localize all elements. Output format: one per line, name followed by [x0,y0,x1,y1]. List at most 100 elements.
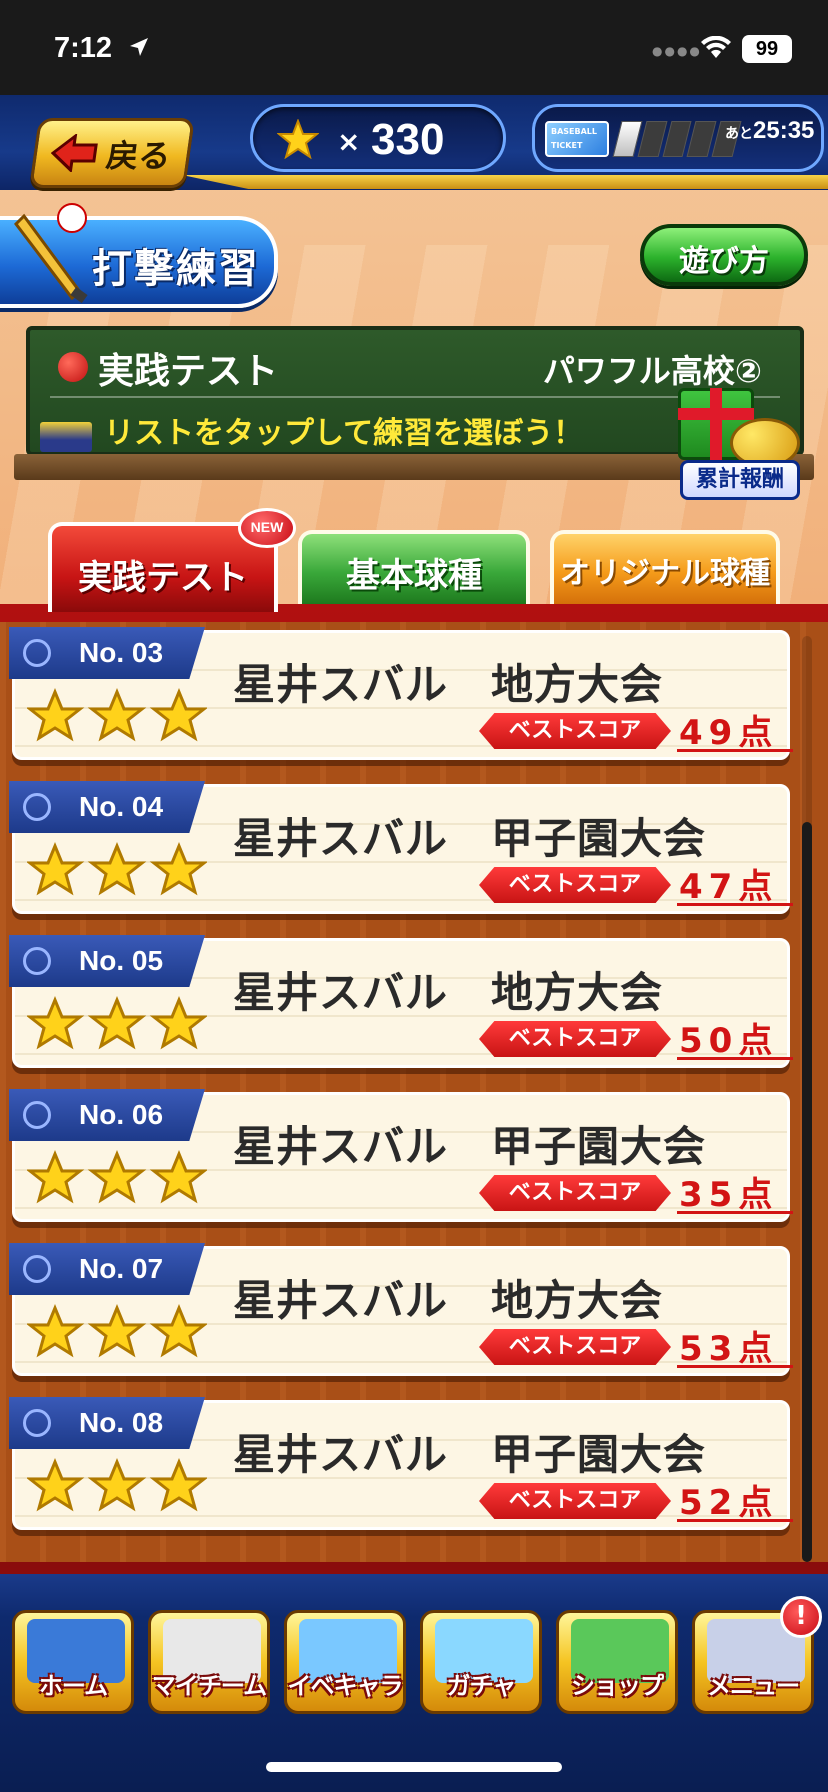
star-icon [87,1458,147,1512]
card-title: 星井スバル 地方大会 [233,1276,664,1325]
card-number-tab: No. 07 [9,1243,205,1295]
ticket-stamina-bars [612,121,742,157]
card-title: 星井スバル 甲子園大会 [233,814,707,863]
score-underline [677,1365,793,1368]
baseball-icon [23,639,51,667]
card-number: No. 06 [79,1099,164,1130]
score-underline [677,1057,793,1060]
star-rating [27,1150,207,1204]
star-rating [27,996,207,1050]
baseball-icon [23,1255,51,1283]
best-score-badge: ベストスコア [479,713,671,749]
best-score-badge: ベストスコア [479,1329,671,1365]
score-underline [677,749,793,752]
star-rating [27,1458,207,1512]
star-icon [87,1150,147,1204]
ticket-timer-value: 25:35 [753,117,815,144]
nav-label: ガチャ [446,1672,517,1700]
nav-label: メニュー [707,1672,800,1700]
ticket-timer: あと25:35 [725,117,815,144]
red-dot-icon [58,352,88,382]
star-icon [27,1458,85,1512]
baseball-icon [23,793,51,821]
card-number-tab: No. 04 [9,781,205,833]
baseball-icon [23,1101,51,1129]
page-title: 打撃練習 [92,246,260,292]
card-number-tab: No. 03 [9,627,205,679]
tab-label: 基本球種 [346,556,482,596]
card-title: 星井スバル 甲子園大会 [233,1122,707,1171]
star-icon [149,842,207,896]
best-score-badge: ベストスコア [479,867,671,903]
star-icon [149,1150,207,1204]
baseball-icon [23,1409,51,1437]
nav-label: ショップ [571,1672,664,1700]
practice-card[interactable]: No. 07 星井スバル 地方大会ベストスコア 53点 [9,1243,793,1376]
how-to-play-button[interactable]: 遊び方 [640,224,808,286]
star-icon [277,119,319,159]
best-score-badge: ベストスコア [479,1483,671,1519]
card-number: No. 07 [79,1253,164,1284]
card-number: No. 04 [79,791,164,822]
reward-label: 累計報酬 [680,460,800,500]
tab-label: オリジナル球種 [560,556,770,591]
tab-original-pitches[interactable]: オリジナル球種 [550,530,780,604]
nav-item[interactable]: マイチーム [148,1610,270,1714]
status-bar: 7:12 ●●●● 99 [0,0,828,95]
star-count: 330 [371,115,445,164]
practice-card[interactable]: No. 04 星井スバル 甲子園大会 ベストスコア 47点 [9,781,793,914]
score-underline [677,1211,793,1214]
star-rating [27,688,207,742]
instruction-hint: リストをタップして練習を選ぼう！ [104,416,584,451]
star-icon [27,842,85,896]
wifi-icon [701,36,731,58]
ticket-panel[interactable]: BASEBALL TICKET あと25:35 [532,104,824,172]
back-arrow-icon [50,134,98,172]
menu-alert-badge: ! [780,1596,822,1638]
baseball-bat-icon [14,203,88,304]
star-icon [87,688,147,742]
star-icon [149,1458,207,1512]
star-icon [27,996,85,1050]
gift-ribbon [710,388,722,460]
baseball-ticket-icon: BASEBALL TICKET [545,121,609,157]
gift-ribbon [678,408,754,420]
tab-basic-pitches[interactable]: 基本球種 [298,530,530,604]
back-label: 戻る [103,137,174,175]
battery-icon: 99 [742,35,792,63]
nav-item[interactable]: ホーム [12,1610,134,1714]
best-score-value: 53点 [679,1329,779,1369]
how-to-play-label: 遊び方 [679,244,769,279]
star-icon [149,996,207,1050]
nav-item[interactable]: ショップ [556,1610,678,1714]
star-count-multiplier: × [337,125,361,158]
school-name: パワフル高校② [542,352,762,390]
star-icon [149,688,207,742]
score-underline [677,903,793,906]
nav-label: イベキャラ [287,1672,404,1700]
nav-item[interactable]: イベキャラ [284,1610,406,1714]
star-icon [87,996,147,1050]
star-icon [27,688,85,742]
cellular-dots-icon: ●●●● [652,44,702,58]
card-title: 星井スバル 地方大会 [233,968,664,1017]
nav-item[interactable]: ガチャ [420,1610,542,1714]
card-number: No. 08 [79,1407,164,1438]
card-number: No. 05 [79,945,164,976]
practice-card[interactable]: No. 06 星井スバル 甲子園大会ベストスコア 35点 [9,1089,793,1222]
best-score-badge: ベストスコア [479,1175,671,1211]
scrollbar-thumb[interactable] [802,822,812,1562]
practice-card[interactable]: No. 08 星井スバル 甲子園大会 ベストスコア 52点 [9,1397,793,1530]
best-score-value: 35点 [679,1175,779,1215]
baseball-icon [23,947,51,975]
cumulative-reward-button[interactable]: 累計報酬 [650,388,820,508]
back-button[interactable]: 戻る [29,118,195,188]
practice-card[interactable]: No. 05 星井スバル 地方大会 ベストスコア 50点 [9,935,793,1068]
practice-card[interactable]: No. 03 星井スバル 地方大会 ベストスコア 49点 [9,627,793,760]
nav-label: ホーム [38,1672,108,1700]
nav-label: マイチーム [151,1672,267,1700]
test-title: 実践テスト [98,351,279,392]
tab-label: 実践テスト [78,558,248,598]
star-icon [87,842,147,896]
home-indicator[interactable] [266,1762,562,1772]
